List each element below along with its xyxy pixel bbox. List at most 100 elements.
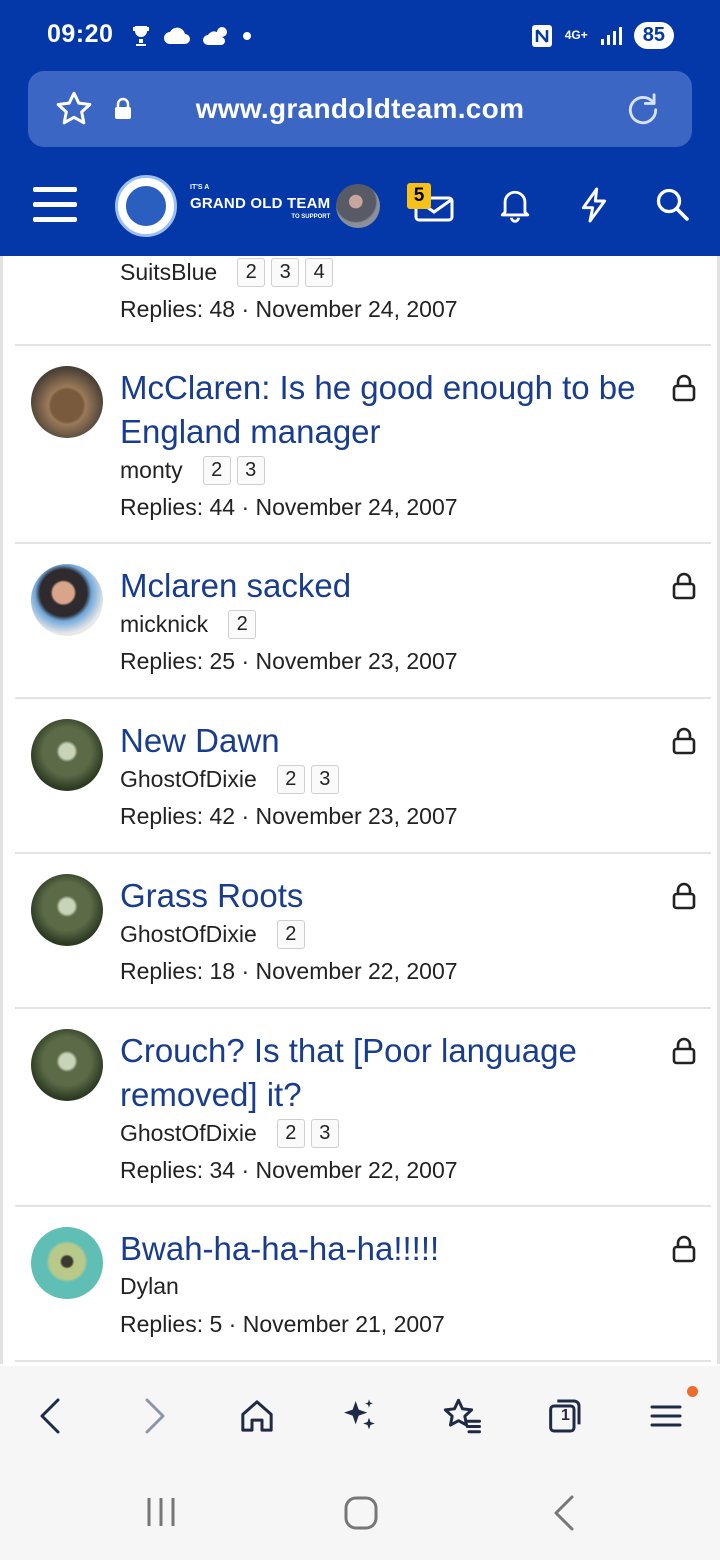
page-links: 2 3 4 — [237, 258, 334, 287]
status-bar: 09:20 4G+ 85 — [0, 0, 720, 72]
address-bar[interactable]: www.grandoldteam.com — [28, 71, 692, 147]
home-button[interactable] — [235, 1394, 279, 1438]
thread-title[interactable]: Grass Roots — [120, 874, 639, 918]
thread-title[interactable]: Crouch? Is that [Poor language removed] … — [120, 1029, 639, 1117]
thread-meta: Replies: 34 · November 22, 2007 — [120, 1157, 458, 1183]
thread-author[interactable]: monty — [120, 457, 183, 484]
network-type: 4G+ — [564, 28, 588, 42]
page-links: 2 — [276, 920, 305, 949]
thread-row[interactable]: New Dawn GhostOfDixie 2 3 Replies: 42 · … — [15, 699, 711, 854]
chevron-right-icon — [145, 1398, 165, 1434]
url-text[interactable]: www.grandoldteam.com — [28, 93, 692, 125]
page-link[interactable]: 3 — [271, 258, 300, 287]
page-links: 2 — [228, 610, 257, 639]
cloud-icon — [164, 27, 190, 44]
menu-icon — [650, 1405, 682, 1427]
tabs-button[interactable]: 1 — [542, 1394, 586, 1438]
author-avatar[interactable] — [31, 719, 103, 791]
thread-meta: Replies: 25 · November 23, 2007 — [120, 648, 458, 674]
signal-icon — [600, 26, 622, 45]
status-time: 09:20 — [47, 20, 114, 48]
lightning-icon[interactable] — [578, 186, 610, 224]
notification-dot — [687, 1386, 698, 1397]
author-avatar[interactable] — [31, 366, 103, 438]
bookmarks-button[interactable] — [440, 1394, 484, 1438]
ai-sparkle-button[interactable] — [337, 1394, 381, 1438]
sparkle-icon — [344, 1399, 375, 1430]
locked-lock-icon — [672, 727, 696, 755]
thread-row[interactable]: Bwah-ha-ha-ha-ha!!!!! Dylan Replies: 5 ·… — [15, 1207, 711, 1362]
thread-row[interactable]: Mclaren sacked micknick 2 Replies: 25 · … — [15, 544, 711, 699]
thread-author[interactable]: SuitsBlue — [120, 259, 217, 286]
locked-lock-icon — [672, 882, 696, 910]
bell-icon[interactable] — [498, 186, 532, 224]
status-right-icons: 4G+ 85 — [531, 22, 674, 49]
thread-row[interactable]: SuitsBlue 2 3 4 Replies: 48 · November 2… — [15, 256, 711, 346]
tabs-count: 1 — [561, 1407, 570, 1424]
thread-author[interactable]: GhostOfDixie — [120, 766, 257, 793]
trophy-notification-icon — [133, 26, 149, 46]
page-links: 2 3 — [276, 765, 339, 794]
locked-lock-icon — [672, 1235, 696, 1263]
bookmark-list-icon — [443, 1398, 481, 1434]
battery-level: 85 — [633, 22, 674, 49]
forward-button[interactable] — [133, 1394, 177, 1438]
page-link[interactable]: 3 — [310, 1119, 339, 1148]
page-links: 2 3 — [276, 1119, 339, 1148]
thread-author-row: monty 2 3 — [120, 456, 265, 485]
thread-meta: Replies: 42 · November 23, 2007 — [120, 803, 458, 829]
thread-meta: Replies: 5 · November 21, 2007 — [120, 1311, 445, 1337]
thread-title[interactable]: New Dawn — [120, 719, 639, 763]
locked-lock-icon — [672, 572, 696, 600]
thread-title[interactable]: McClaren: Is he good enough to be Englan… — [120, 366, 639, 454]
user-avatar[interactable] — [336, 184, 380, 228]
thread-author[interactable]: GhostOfDixie — [120, 1120, 257, 1147]
thread-author-row: Dylan — [120, 1273, 179, 1300]
thread-author[interactable]: Dylan — [120, 1273, 179, 1300]
logo-sub-text: TO SUPPORT — [291, 214, 331, 220]
system-nav-bar — [0, 1466, 720, 1560]
page-link[interactable]: 2 — [237, 258, 266, 287]
author-avatar[interactable] — [31, 564, 103, 636]
page-link[interactable]: 3 — [310, 765, 339, 794]
back-button[interactable] — [28, 1394, 72, 1438]
back-nav-icon[interactable] — [550, 1494, 578, 1532]
page-link[interactable]: 4 — [305, 258, 334, 287]
browser-menu-button[interactable] — [644, 1394, 688, 1438]
page-link[interactable]: 2 — [276, 765, 305, 794]
page-link[interactable]: 2 — [228, 610, 257, 639]
thread-meta: Replies: 48 · November 24, 2007 — [120, 296, 458, 322]
page-link[interactable]: 2 — [276, 1119, 305, 1148]
hamburger-menu-button[interactable] — [33, 187, 77, 223]
logo-title: GRAND OLD TEAM — [190, 195, 331, 212]
site-logo-text[interactable]: IT'S A GRAND OLD TEAM TO SUPPORT — [190, 184, 330, 220]
thread-row[interactable]: Crouch? Is that [Poor language removed] … — [15, 1009, 711, 1207]
thread-row[interactable]: Grass Roots GhostOfDixie 2 Replies: 18 ·… — [15, 854, 711, 1009]
thread-list: SuitsBlue 2 3 4 Replies: 48 · November 2… — [0, 256, 720, 1364]
locked-lock-icon — [672, 374, 696, 402]
site-logo[interactable] — [115, 175, 177, 237]
page-link[interactable]: 2 — [202, 456, 231, 485]
weather-icon — [203, 27, 227, 45]
reload-icon[interactable] — [624, 89, 662, 129]
dot-icon — [243, 32, 251, 40]
thread-row[interactable]: McClaren: Is he good enough to be Englan… — [15, 346, 711, 544]
author-avatar[interactable] — [31, 874, 103, 946]
thread-author[interactable]: micknick — [120, 611, 208, 638]
page-link[interactable]: 2 — [276, 920, 305, 949]
page-link[interactable]: 3 — [236, 456, 265, 485]
thread-title[interactable]: Bwah-ha-ha-ha-ha!!!!! — [120, 1227, 639, 1271]
top-chrome: 09:20 4G+ 85 www.grandoldteam.com IT'S A… — [0, 0, 720, 256]
thread-author-row: GhostOfDixie 2 — [120, 920, 305, 949]
chevron-left-icon — [40, 1398, 60, 1434]
nfc-icon — [531, 24, 552, 47]
inbox-count-badge: 5 — [407, 183, 431, 209]
page-links: 2 3 — [202, 456, 265, 485]
search-icon[interactable] — [654, 186, 690, 222]
home-nav-icon[interactable] — [342, 1494, 380, 1532]
author-avatar[interactable] — [31, 1029, 103, 1101]
author-avatar[interactable] — [31, 1227, 103, 1299]
recents-icon[interactable] — [143, 1494, 179, 1530]
thread-title[interactable]: Mclaren sacked — [120, 564, 639, 608]
thread-author[interactable]: GhostOfDixie — [120, 921, 257, 948]
